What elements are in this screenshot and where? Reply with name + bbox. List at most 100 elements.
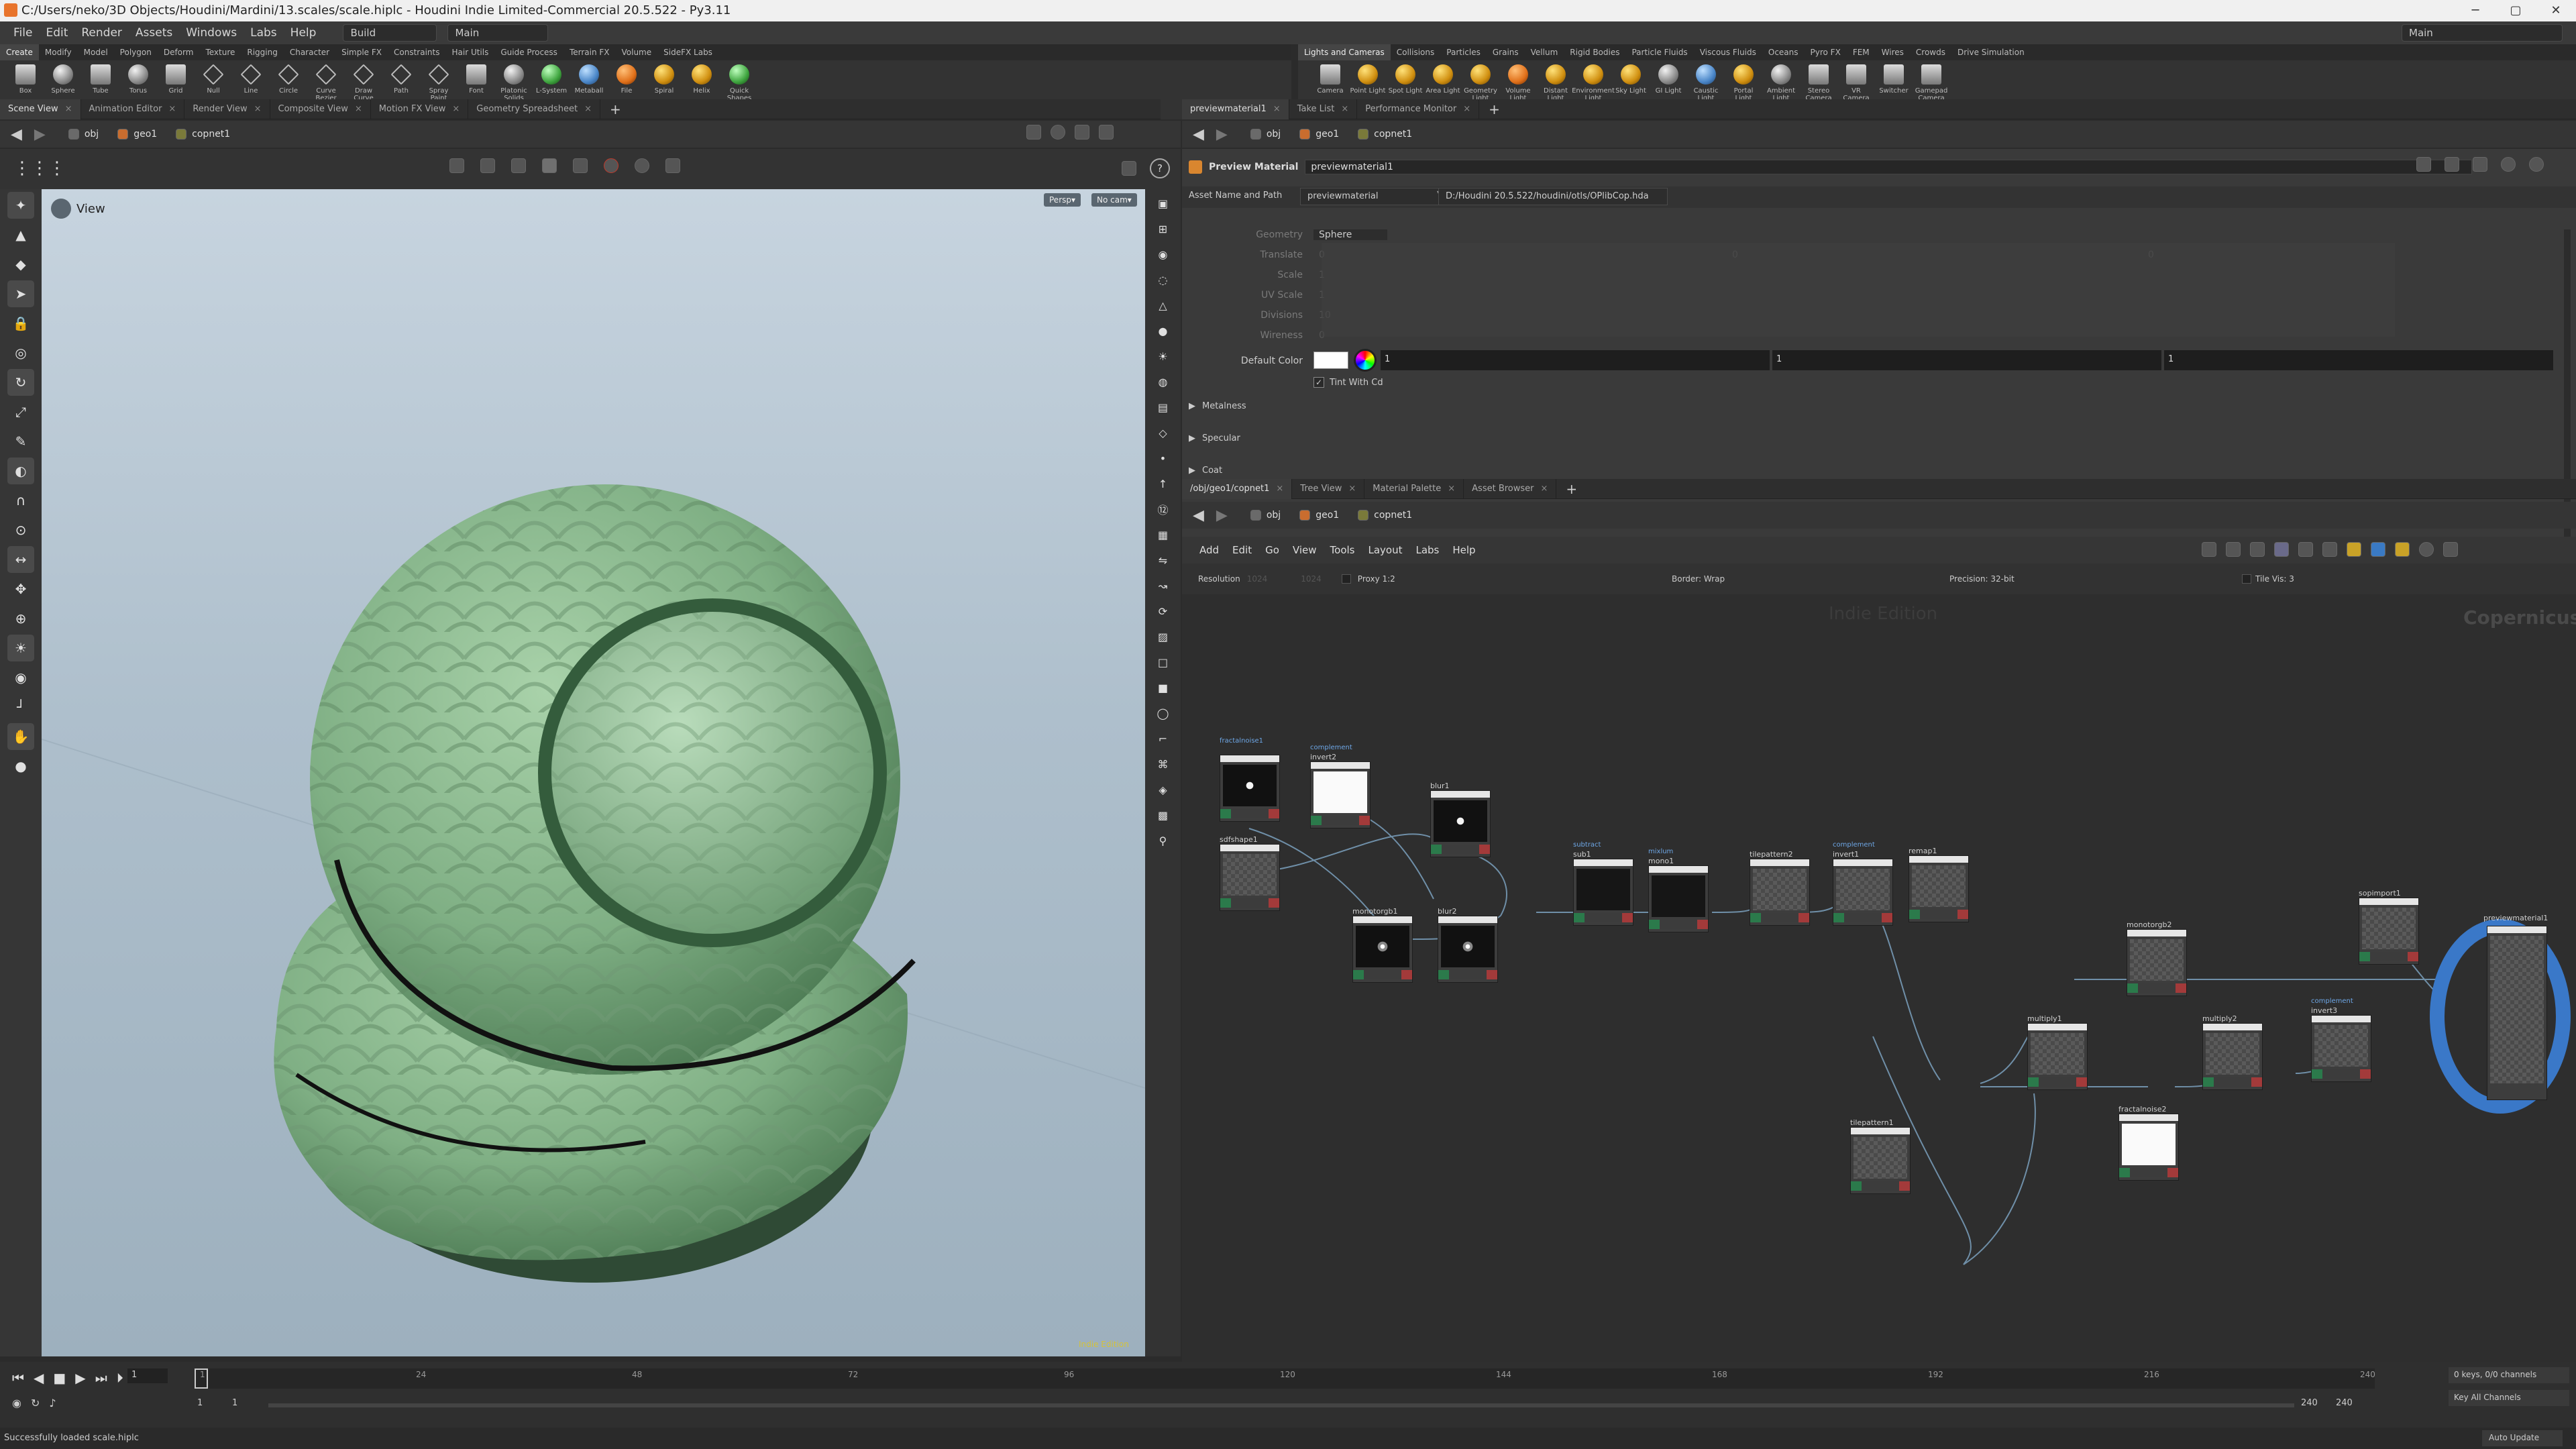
n-monotorgb1[interactable]	[1352, 916, 1413, 983]
param-back-arrow-icon[interactable]: ◀	[1193, 126, 1204, 143]
tab-close-icon[interactable]: ×	[355, 104, 362, 114]
pane-tab-tree-view[interactable]: Tree View ×	[1292, 478, 1365, 499]
breadcrumb-geo1[interactable]: geo1	[1290, 129, 1348, 140]
breadcrumb-copnet1[interactable]: copnet1	[1348, 510, 1421, 521]
pane-tab-asset-browser[interactable]: Asset Browser ×	[1464, 478, 1557, 499]
ghost-icon[interactable]: ◍	[1152, 370, 1175, 393]
tab-close-icon[interactable]: ×	[1341, 104, 1348, 114]
close-button[interactable]: ✕	[2536, 1, 2576, 20]
shelf-tab-constraints[interactable]: Constraints	[388, 44, 445, 60]
edge-icon[interactable]: ⌐	[1152, 727, 1175, 750]
pane-tab-take-list[interactable]: Take List ×	[1289, 99, 1358, 119]
shelf-tab-drive-simulation[interactable]: Drive Simulation	[1951, 44, 2031, 60]
shelf-tab-crowds[interactable]: Crowds	[1910, 44, 1951, 60]
menu-item-labs[interactable]: Labs	[244, 21, 284, 44]
tab-close-icon[interactable]: ×	[65, 104, 72, 114]
shelf-tab-fem[interactable]: FEM	[1847, 44, 1876, 60]
box-icon[interactable]: □	[1152, 651, 1175, 674]
texture-icon[interactable]: ▨	[1152, 625, 1175, 648]
brush-tool-icon[interactable]: ✎	[7, 428, 34, 455]
shelf-tab-simple-fx[interactable]: Simple FX	[335, 44, 388, 60]
node-flags[interactable]	[1574, 913, 1633, 922]
shelf-tool-box[interactable]: Box	[7, 64, 44, 95]
pane-tab-obj-geo1-copnet1[interactable]: /obj/geo1/copnet1 ×	[1182, 478, 1293, 499]
minimize-button[interactable]: ─	[2455, 1, 2496, 20]
breadcrumb-obj[interactable]: obj	[1241, 129, 1290, 140]
range-end-field[interactable]: 240	[2301, 1398, 2318, 1408]
asset-path-dropdown[interactable]: D:/Houdini 20.5.522/houdini/otls/OPlibCo…	[1438, 188, 1668, 205]
shelf-tool-switcher[interactable]: Switcher	[1875, 64, 1913, 95]
pane-tab-animation-editor[interactable]: Animation Editor ×	[81, 99, 185, 119]
right-main-dropdown[interactable]: Main	[2402, 24, 2563, 42]
net-back-arrow-icon[interactable]: ◀	[1193, 507, 1204, 524]
shelf-tab-rigid-bodies[interactable]: Rigid Bodies	[1564, 44, 1625, 60]
net-folder-icon[interactable]	[2395, 542, 2410, 557]
help-icon[interactable]: ?	[1150, 158, 1170, 178]
display-mode-icon[interactable]: ▣	[1152, 192, 1175, 215]
shelf-tool-distant-light[interactable]: Distant Light	[1537, 64, 1574, 102]
desktop-main-dropdown[interactable]: Main	[447, 24, 549, 42]
n-blur2[interactable]	[1438, 916, 1498, 983]
ortho-icon[interactable]: ◇	[1152, 421, 1175, 444]
net-menu-help[interactable]: Help	[1446, 544, 1482, 556]
n-invert2[interactable]	[1310, 761, 1371, 828]
breadcrumb-copnet1[interactable]: copnet1	[1348, 129, 1421, 140]
range-start2-field[interactable]: 1	[232, 1398, 237, 1408]
hand-tool-icon[interactable]: ✋	[7, 723, 34, 750]
breadcrumb-obj[interactable]: obj	[1241, 510, 1290, 521]
node-flags[interactable]	[1353, 970, 1412, 979]
breadcrumb-geo1[interactable]: geo1	[108, 129, 166, 140]
param-geometry-field[interactable]: Sphere	[1313, 229, 1387, 240]
shelf-tool-point-light[interactable]: Point Light	[1349, 64, 1387, 95]
select-tool-icon[interactable]	[449, 158, 464, 173]
shaded-icon[interactable]: ●	[1152, 319, 1175, 342]
menu-item-render[interactable]: Render	[74, 21, 129, 44]
add-tab-icon[interactable]: +	[1489, 101, 1500, 117]
shelf-tab-guide-process[interactable]: Guide Process	[494, 44, 564, 60]
n-sdfshape1[interactable]	[1220, 844, 1280, 911]
pin-icon[interactable]	[1026, 125, 1041, 140]
select-prims-icon[interactable]	[542, 158, 557, 173]
pane-tab-performance-monitor[interactable]: Performance Monitor ×	[1357, 99, 1480, 119]
camera-lock-icon[interactable]: ◈	[1152, 778, 1175, 801]
step-back-icon[interactable]: ◀	[34, 1370, 44, 1386]
net-search-icon[interactable]	[2419, 542, 2434, 557]
eye-icon[interactable]: ◉	[1152, 243, 1175, 266]
shelf-tool-draw-curve[interactable]: Draw Curve	[345, 64, 382, 102]
checker-icon[interactable]: ▩	[1152, 804, 1175, 826]
current-frame-field[interactable]: 1	[127, 1368, 168, 1383]
loop-icon[interactable]: ↻	[31, 1397, 40, 1409]
shelf-tab-oceans[interactable]: Oceans	[1762, 44, 1805, 60]
shelf-tool-spiral[interactable]: Spiral	[645, 64, 683, 95]
audio-icon[interactable]: ♪	[49, 1397, 56, 1409]
view-tool-icon[interactable]: ◎	[7, 339, 34, 366]
node-flags[interactable]	[2127, 983, 2186, 993]
net-image-icon[interactable]	[2371, 542, 2385, 557]
range-start-field[interactable]: 1	[197, 1398, 203, 1408]
shelf-tab-model[interactable]: Model	[78, 44, 114, 60]
param-search-icon[interactable]	[2473, 157, 2487, 172]
tab-close-icon[interactable]: ×	[254, 104, 262, 114]
shelf-tool-ambient-light[interactable]: Ambient Light	[1762, 64, 1800, 102]
net-grid-icon[interactable]	[2274, 542, 2289, 557]
add-tab-icon[interactable]: +	[610, 101, 621, 117]
tint-checkbox[interactable]: ✓	[1313, 377, 1324, 388]
shelf-tab-deform[interactable]: Deform	[158, 44, 200, 60]
n-blur1[interactable]	[1430, 790, 1491, 857]
n-sub1[interactable]	[1573, 859, 1633, 926]
target-tool-icon[interactable]: ⊕	[7, 605, 34, 632]
n-tilepattern2[interactable]	[1750, 859, 1810, 926]
scene-viewport[interactable]: View Persp▾ No cam▾ Indie Edition	[42, 189, 1145, 1356]
pane-tab-render-view[interactable]: Render View ×	[184, 99, 270, 119]
net-menu-labs[interactable]: Labs	[1409, 544, 1446, 556]
default-color-component-2[interactable]: 1	[1772, 350, 2161, 370]
shelf-tab-sidefx-labs[interactable]: SideFX Labs	[657, 44, 718, 60]
twelve-icon[interactable]: ⑫	[1152, 498, 1175, 521]
section-coat[interactable]: ▶ Coat	[1189, 466, 1222, 476]
default-color-swatch[interactable]	[1313, 352, 1348, 369]
n-fractalnoise2[interactable]	[2118, 1114, 2179, 1181]
select-tool-icon[interactable]: ➤	[7, 280, 34, 307]
frame-icon[interactable]: ⌘	[1152, 753, 1175, 775]
net-layout-icon[interactable]	[2322, 542, 2337, 557]
shelf-tool-geometry-light[interactable]: Geometry Light	[1462, 64, 1499, 102]
